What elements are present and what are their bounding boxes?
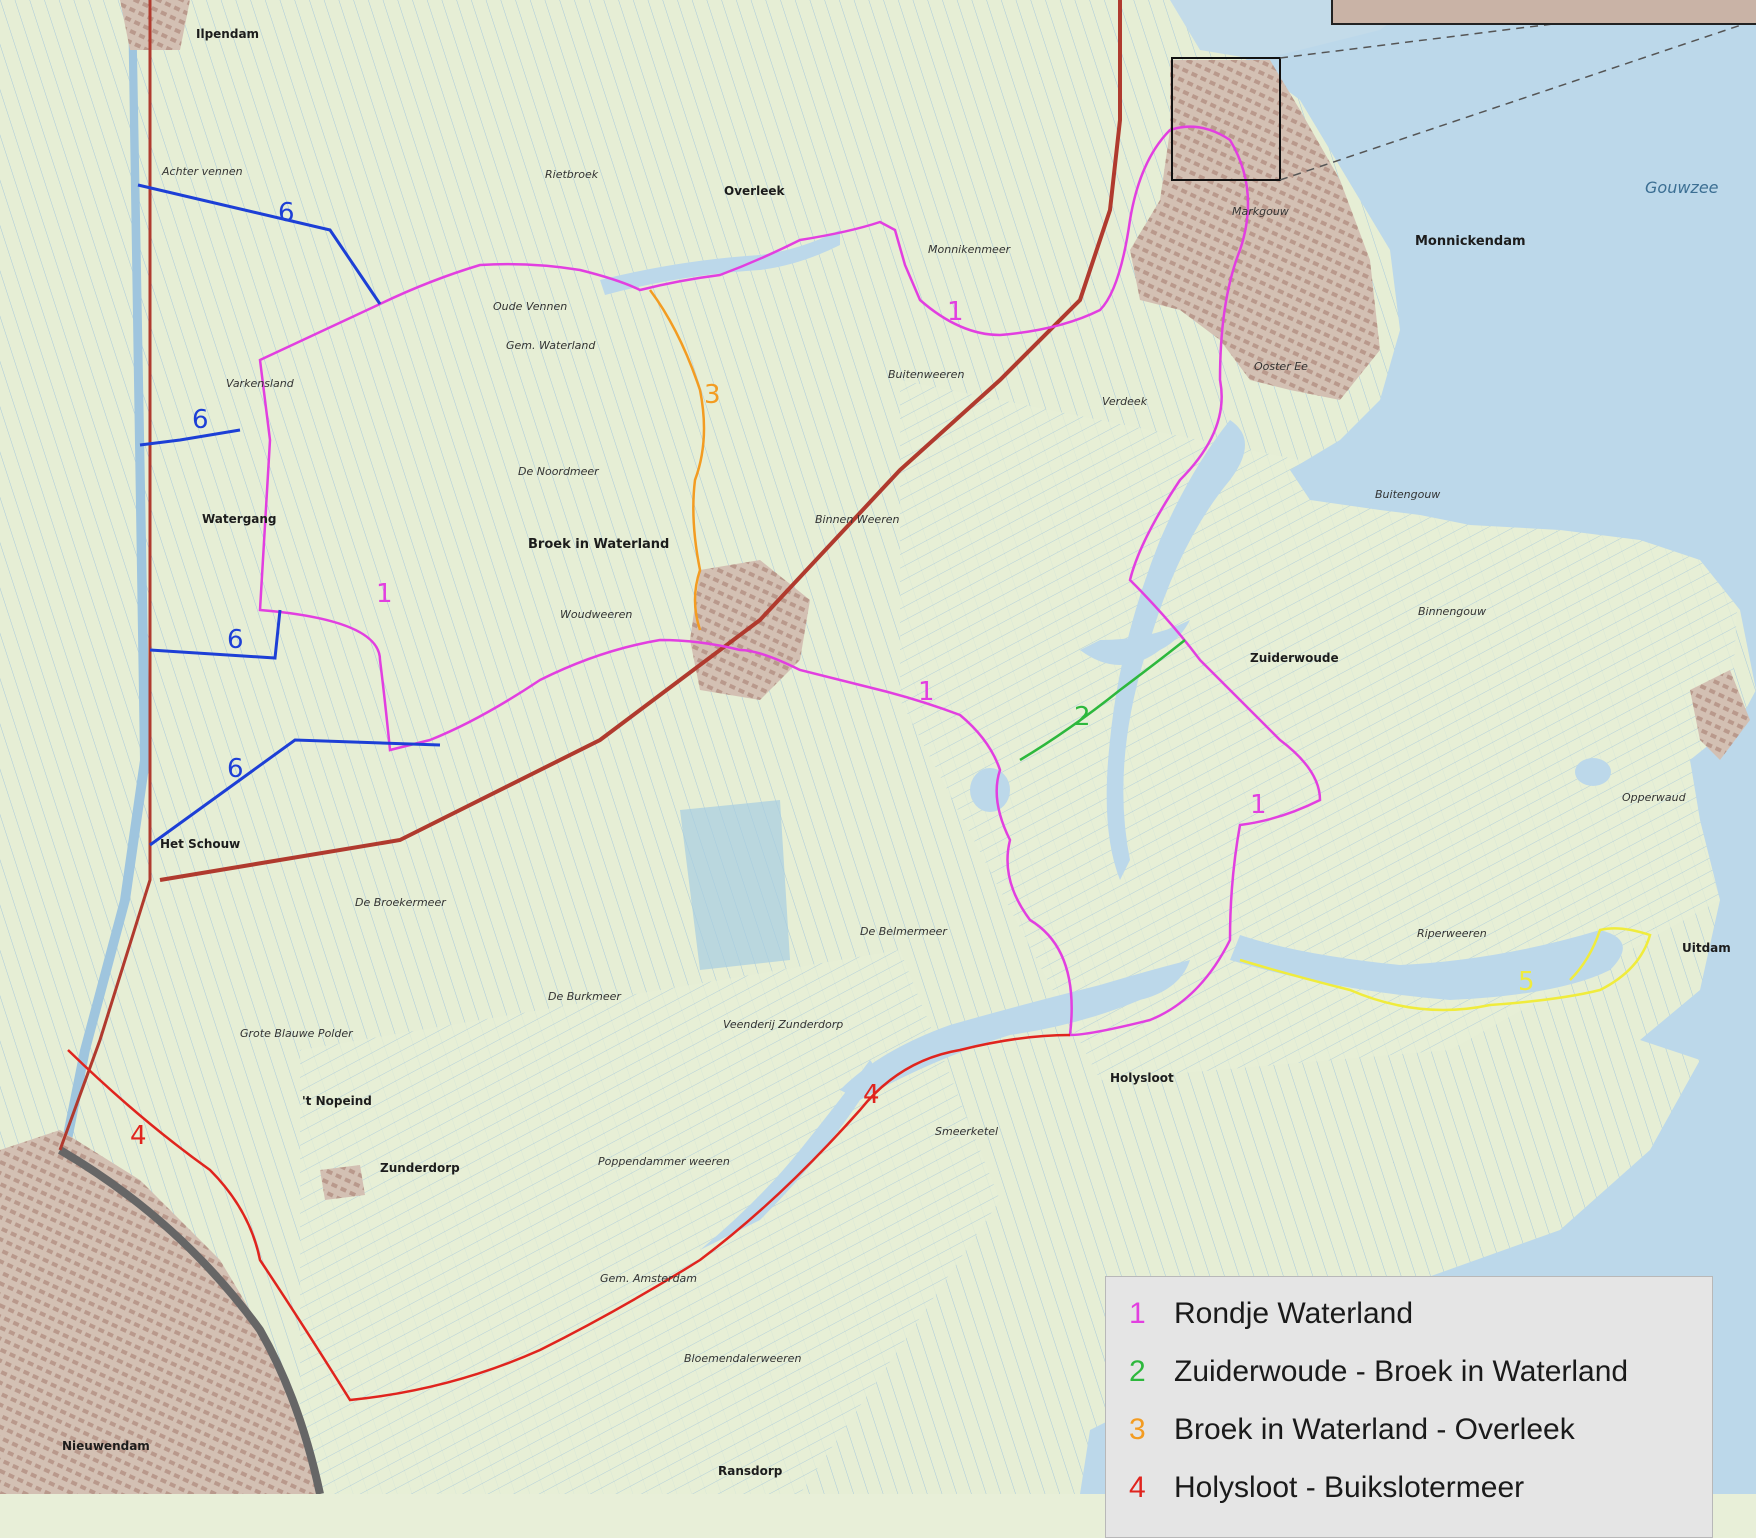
- inset-map-corner: [1331, 0, 1756, 25]
- route-label-4: 4: [863, 1080, 880, 1110]
- place-label: Het Schouw: [160, 837, 240, 851]
- legend-label: Rondje Waterland: [1174, 1297, 1414, 1330]
- place-label: Ooster Ee: [1254, 360, 1308, 373]
- topographic-map: Ilpendam Overleek Monnickendam Broek in …: [0, 0, 1756, 1494]
- legend-item: 1 Rondje Waterland: [1106, 1297, 1712, 1337]
- polder-label: Opperwaud: [1622, 791, 1687, 804]
- polder-label: Smeerketel: [935, 1125, 998, 1138]
- polder-label: Buitenweeren: [888, 368, 964, 381]
- place-label: Ilpendam: [196, 27, 259, 41]
- place-label: Broek in Waterland: [528, 537, 669, 552]
- route-label-6: 6: [227, 625, 244, 655]
- place-label: Markgouw: [1232, 205, 1289, 218]
- place-label: Uitdam: [1682, 941, 1731, 955]
- route-label-3: 3: [704, 380, 721, 410]
- polder-label: Bloemendalerweeren: [684, 1352, 801, 1365]
- place-label: 't Nopeind: [302, 1094, 372, 1108]
- legend-number: 1: [1129, 1297, 1146, 1330]
- place-label: Ransdorp: [718, 1464, 783, 1478]
- route-label-6: 6: [192, 405, 209, 435]
- polder-label: Veenderij Zunderdorp: [723, 1018, 843, 1031]
- legend-item: 2 Zuiderwoude - Broek in Waterland: [1106, 1355, 1712, 1395]
- place-label: Zunderdorp: [380, 1161, 460, 1175]
- place-label: Overleek: [724, 184, 785, 198]
- place-label: Monnickendam: [1415, 234, 1526, 249]
- route-label-6: 6: [278, 198, 295, 228]
- route-label-1: 1: [376, 579, 393, 609]
- route-label-1: 1: [947, 297, 964, 327]
- lake-kleine-meer: [1575, 758, 1611, 786]
- place-label: Holysloot: [1110, 1071, 1174, 1085]
- legend-number: 2: [1129, 1355, 1146, 1388]
- polder-label: Achter vennen: [161, 165, 243, 178]
- route-label-1: 1: [918, 677, 935, 707]
- lake-bootenmeer: [970, 768, 1010, 812]
- urban-ilpendam: [120, 0, 190, 50]
- legend-number: 4: [1129, 1471, 1146, 1504]
- polder-label: Rietbroek: [545, 168, 599, 181]
- legend-item: 3 Broek in Waterland - Overleek: [1106, 1413, 1712, 1453]
- place-label: Zuiderwoude: [1250, 651, 1339, 665]
- polder-label: Buitengouw: [1375, 488, 1440, 501]
- polder-label: De Broekermeer: [355, 896, 447, 909]
- route-label-6: 6: [227, 754, 244, 784]
- legend-number: 3: [1129, 1413, 1146, 1446]
- place-label: Watergang: [202, 512, 277, 526]
- polder-label: Binnen Weeren: [815, 513, 899, 526]
- route-label-5: 5: [1518, 967, 1535, 997]
- urban-zunderdorp: [320, 1165, 365, 1200]
- legend-label: Zuiderwoude - Broek in Waterland: [1174, 1355, 1629, 1388]
- polder-label: Binnengouw: [1418, 605, 1486, 618]
- polder-label: Gem. Amsterdam: [600, 1272, 697, 1285]
- route-label-1: 1: [1250, 790, 1267, 820]
- legend-label: Holysloot - Buikslotermeer: [1174, 1471, 1525, 1504]
- polder-label: De Burkmeer: [548, 990, 622, 1003]
- polder-label: Grote Blauwe Polder: [240, 1027, 354, 1040]
- polder-label: Monnikenmeer: [928, 243, 1012, 256]
- polder-label: Riperweeren: [1417, 927, 1487, 940]
- polder-label: Poppendammer weeren: [598, 1155, 730, 1168]
- place-label: Nieuwendam: [62, 1439, 150, 1453]
- water-label: Gouwzee: [1645, 178, 1719, 197]
- polder-label: Woudweeren: [560, 608, 632, 621]
- polder-label: Varkensland: [226, 377, 295, 390]
- polder-label: Verdeek: [1102, 395, 1148, 408]
- polder-label: De Belmermeer: [860, 925, 948, 938]
- legend-item: 4 Holysloot - Buikslotermeer: [1106, 1471, 1712, 1511]
- route-label-4: 4: [130, 1121, 147, 1151]
- route-legend: 1 Rondje Waterland 2 Zuiderwoude - Broek…: [1105, 1276, 1713, 1538]
- route-label-2: 2: [1074, 702, 1091, 732]
- polder-label: De Noordmeer: [518, 465, 600, 478]
- polder-label: Gem. Waterland: [506, 339, 596, 352]
- legend-label: Broek in Waterland - Overleek: [1174, 1413, 1575, 1446]
- polder-label: Oude Vennen: [493, 300, 567, 313]
